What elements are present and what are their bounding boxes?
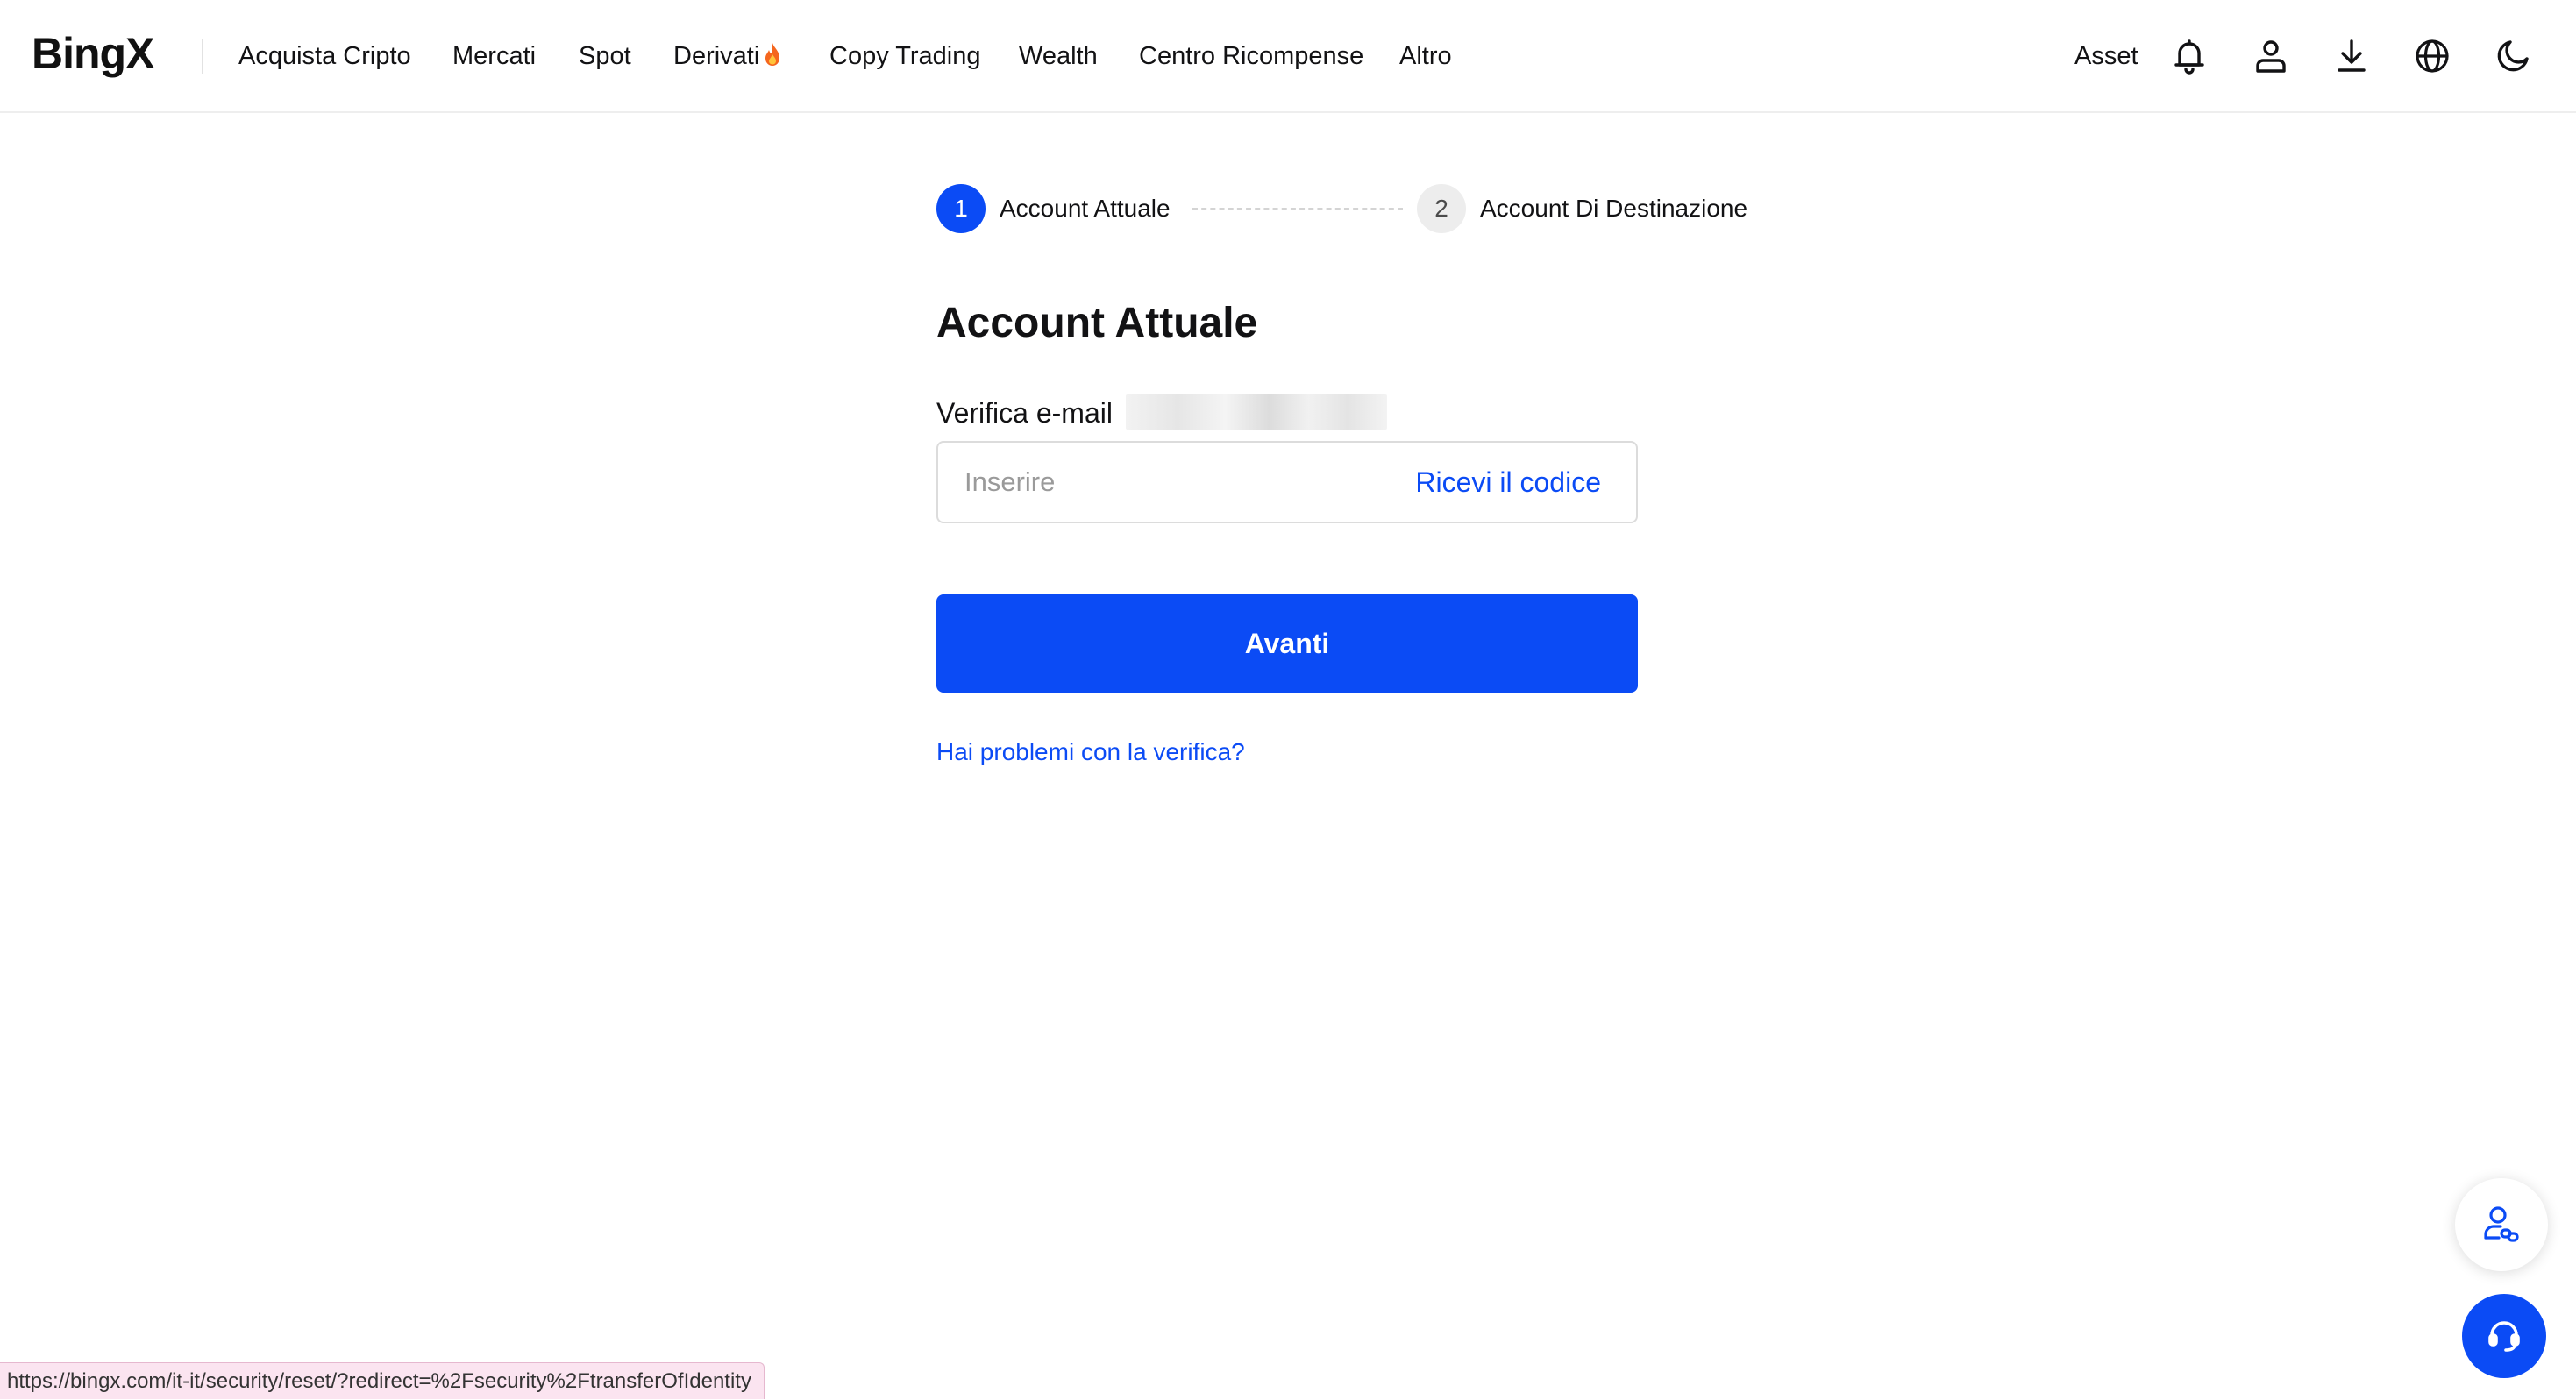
- step-2-indicator: 2: [1417, 184, 1466, 233]
- nav-item-derivati[interactable]: Derivati: [673, 39, 782, 74]
- verification-help-link[interactable]: Hai problemi con la verifica?: [936, 735, 1245, 770]
- step-connector: [1192, 208, 1403, 210]
- step-1-label: Account Attuale: [1000, 195, 1171, 222]
- user-link-icon: [2484, 1206, 2519, 1242]
- next-button[interactable]: Avanti: [936, 594, 1638, 693]
- nav-item-derivati-label: Derivati: [673, 42, 760, 70]
- top-navigation-bar: BingX Acquista Cripto Mercati Spot Deriv…: [0, 0, 2576, 113]
- user-icon[interactable]: [2250, 35, 2292, 77]
- page-title: Account Attuale: [936, 300, 1258, 346]
- fire-icon: [765, 43, 780, 66]
- bell-icon[interactable]: [2168, 35, 2210, 77]
- globe-icon[interactable]: [2411, 35, 2453, 77]
- nav-item-altro[interactable]: Altro: [1399, 39, 1452, 74]
- download-icon[interactable]: [2330, 35, 2373, 77]
- verification-code-field: Ricevi il codice: [936, 441, 1638, 523]
- nav-item-mercati[interactable]: Mercati: [452, 39, 536, 74]
- link-preview-url: https://bingx.com/it-it/security/reset/?…: [0, 1362, 765, 1399]
- verification-code-input[interactable]: [964, 443, 1385, 522]
- community-button[interactable]: [2455, 1178, 2548, 1271]
- nav-item-copy-trading[interactable]: Copy Trading: [829, 39, 981, 74]
- asset-link[interactable]: Asset: [2074, 39, 2138, 74]
- headset-icon: [2488, 1321, 2520, 1352]
- support-chat-button[interactable]: [2462, 1294, 2546, 1378]
- nav-item-spot[interactable]: Spot: [579, 39, 631, 74]
- step-1-indicator: 1: [936, 184, 986, 233]
- moon-icon[interactable]: [2492, 35, 2534, 77]
- nav-item-acquista-cripto[interactable]: Acquista Cripto: [238, 39, 411, 74]
- email-verification-label: Verifica e-mail: [936, 397, 1113, 429]
- nav-item-centro-ricompense[interactable]: Centro Ricompense: [1139, 39, 1363, 74]
- step-2-label: Account Di Destinazione: [1480, 195, 1748, 222]
- masked-email-address: [1126, 394, 1387, 430]
- nav-item-wealth[interactable]: Wealth: [1019, 39, 1098, 74]
- get-code-button[interactable]: Ricevi il codice: [1415, 464, 1601, 501]
